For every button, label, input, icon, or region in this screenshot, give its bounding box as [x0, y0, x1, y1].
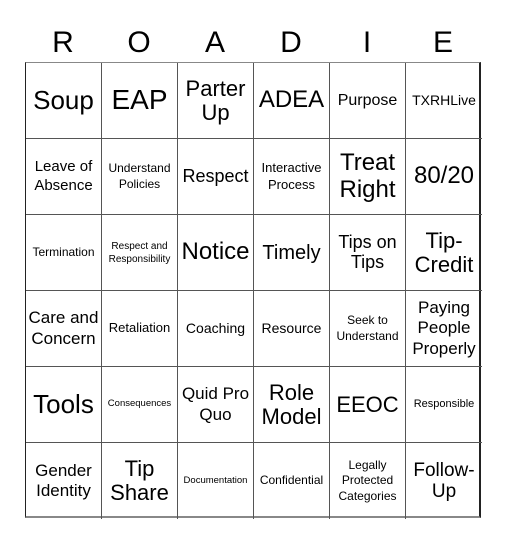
bingo-cell[interactable]: Purpose: [330, 63, 406, 139]
bingo-board: Soup EAP Parter Up ADEA Purpose TXRHLive…: [25, 62, 482, 519]
bingo-cell[interactable]: Parter Up: [178, 63, 254, 139]
bingo-cell[interactable]: Quid Pro Quo: [178, 367, 254, 443]
bingo-cell[interactable]: Respect: [178, 139, 254, 215]
bingo-cell[interactable]: Resource: [254, 291, 330, 367]
bingo-cell[interactable]: Retaliation: [102, 291, 178, 367]
bingo-cell[interactable]: Legally Protected Categories: [330, 443, 406, 519]
bingo-cell[interactable]: 80/20: [406, 139, 482, 215]
bingo-cell[interactable]: Responsible: [406, 367, 482, 443]
bingo-cell[interactable]: Documentation: [178, 443, 254, 519]
bingo-cell[interactable]: Termination: [26, 215, 102, 291]
bingo-cell[interactable]: Understand Policies: [102, 139, 178, 215]
bingo-cell[interactable]: Notice: [178, 215, 254, 291]
bingo-cell[interactable]: Tools: [26, 367, 102, 443]
bingo-cell[interactable]: EEOC: [330, 367, 406, 443]
header-letter: I: [362, 26, 372, 59]
bingo-cell[interactable]: Interactive Process: [254, 139, 330, 215]
header-letter: E: [432, 26, 453, 59]
bingo-cell[interactable]: Soup: [26, 63, 102, 139]
bingo-cell[interactable]: Follow-Up: [406, 443, 482, 519]
bingo-cell[interactable]: Leave of Absence: [26, 139, 102, 215]
header-letter: D: [280, 26, 302, 59]
bingo-cell[interactable]: Respect and Responsibility: [102, 215, 178, 291]
bingo-cell[interactable]: Confidential: [254, 443, 330, 519]
bingo-cell[interactable]: Consequences: [102, 367, 178, 443]
bingo-cell[interactable]: Gender Identity: [26, 443, 102, 519]
bingo-cell[interactable]: Tips on Tips: [330, 215, 406, 291]
bingo-cell[interactable]: Coaching: [178, 291, 254, 367]
bingo-cell[interactable]: Role Model: [254, 367, 330, 443]
header-letter: R: [52, 26, 74, 59]
bingo-cell[interactable]: Seek to Understand: [330, 291, 406, 367]
bingo-cell[interactable]: Treat Right: [330, 139, 406, 215]
bingo-cell[interactable]: TXRHLive: [406, 63, 482, 139]
bingo-cell[interactable]: Paying People Properly: [406, 291, 482, 367]
bingo-cell[interactable]: Tip Share: [102, 443, 178, 519]
header-letter: A: [204, 26, 225, 59]
bingo-cell[interactable]: Tip-Credit: [406, 215, 482, 291]
bingo-header: R O A D I E: [25, 24, 481, 62]
bingo-cell[interactable]: Timely: [254, 215, 330, 291]
bingo-cell[interactable]: Care and Concern: [26, 291, 102, 367]
bingo-cell[interactable]: EAP: [102, 63, 178, 139]
bingo-cell[interactable]: ADEA: [254, 63, 330, 139]
header-letter: O: [127, 26, 151, 59]
